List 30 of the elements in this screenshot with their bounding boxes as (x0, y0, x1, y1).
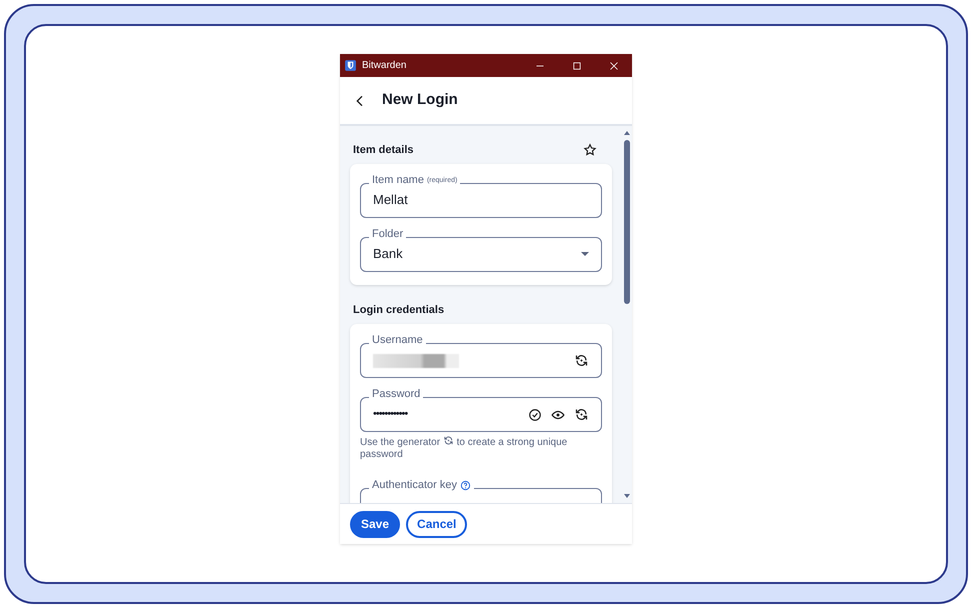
field-label: Item name (372, 174, 424, 186)
refresh-icon[interactable] (574, 407, 589, 422)
field-label: Folder (372, 228, 404, 240)
scroll-up-arrow[interactable] (624, 131, 630, 135)
shield-icon (344, 59, 357, 72)
window-title: Bitwarden (362, 59, 408, 73)
field-label: Username (372, 335, 423, 346)
scrollbar-thumb[interactable] (624, 140, 630, 304)
help-icon[interactable] (460, 480, 471, 491)
input-field[interactable] (360, 343, 602, 378)
dropdown-caret-icon (581, 252, 589, 256)
field-value: •••••••••••• (373, 407, 408, 422)
star-icon[interactable] (583, 143, 597, 158)
scroll-down-arrow[interactable] (624, 494, 630, 498)
refresh-icon[interactable] (574, 353, 589, 368)
input-field[interactable]: •••••••••••• (360, 397, 602, 432)
input-field[interactable]: Mellat (360, 182, 602, 218)
generator-hint: Use the generator to create a strong unique password (360, 435, 568, 461)
field-label: Password (372, 389, 420, 400)
section-heading: Item details (353, 143, 414, 158)
input-field[interactable]: Bank (360, 236, 602, 272)
field-label: Authenticator key (372, 480, 457, 491)
cancel-button[interactable]: Cancel (406, 510, 468, 538)
section-heading: Login credentials (352, 302, 446, 318)
page-title: New Login (382, 90, 458, 110)
refresh-icon (442, 435, 454, 446)
field-value: Bank (373, 245, 403, 264)
check-circle-icon[interactable] (528, 408, 542, 422)
save-button[interactable]: Save (350, 510, 400, 538)
field-value: Mellat (373, 191, 408, 210)
